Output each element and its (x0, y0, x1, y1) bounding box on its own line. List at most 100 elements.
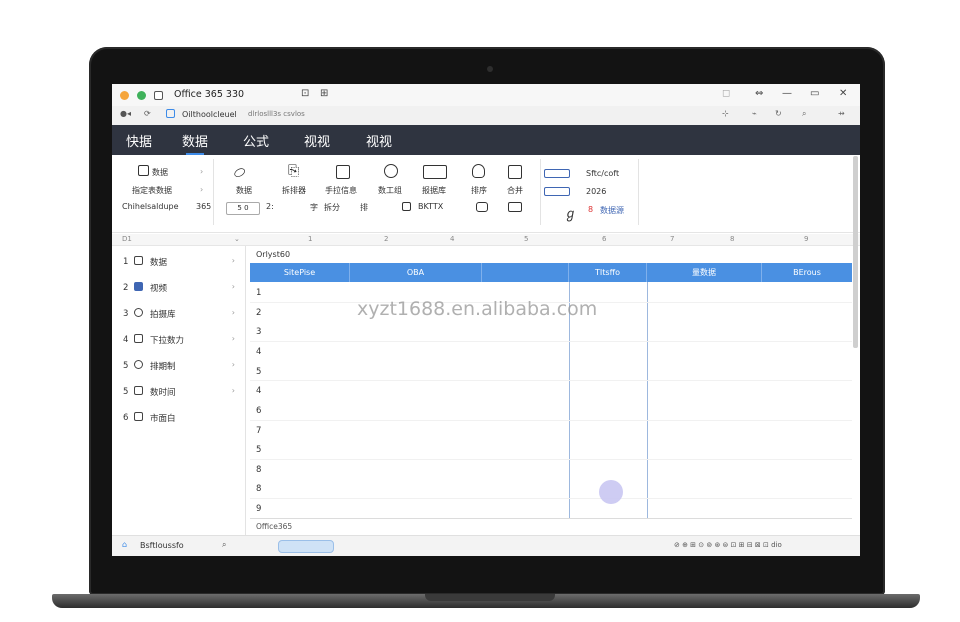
tool-label-3[interactable]: 手拉信息 (325, 185, 357, 196)
col-header[interactable]: 2 (384, 235, 388, 243)
chevron-down-icon[interactable]: ⌄ (234, 235, 240, 243)
tool-label-4[interactable]: 数工组 (378, 185, 402, 196)
minimize-icon[interactable]: — (782, 88, 792, 99)
table-header[interactable]: OBA (350, 263, 482, 282)
maximize-icon[interactable]: ▭ (810, 88, 819, 99)
g-icon[interactable]: ℊ (564, 203, 577, 222)
reload-icon[interactable]: ↻ (775, 109, 782, 118)
tool-label-7[interactable]: 合并 (507, 185, 523, 196)
search-icon[interactable]: ⌕ (222, 540, 226, 550)
sidebar-item-market[interactable]: 6 市面白 (112, 408, 245, 428)
window-icon[interactable] (508, 165, 522, 179)
right-item-3[interactable]: 数据源 (600, 205, 624, 216)
row3-text-3[interactable]: 排 (360, 202, 368, 213)
col-header[interactable]: 9 (804, 235, 808, 243)
sidebar-item-dropdown[interactable]: 4 下拉数力 › (112, 330, 245, 350)
tab-view[interactable]: 视视 (304, 131, 330, 150)
row-number: 3 (256, 327, 262, 337)
new-tab-icon[interactable]: ⊞ (320, 88, 328, 99)
sidebar-item-schedule[interactable]: 5 排期制 › (112, 356, 245, 376)
tabs-icon[interactable]: ⌁ (752, 109, 757, 118)
col-header[interactable]: 8 (730, 235, 734, 243)
form-icon[interactable] (336, 165, 350, 179)
right-item-1[interactable]: Sftc/coft (586, 169, 619, 178)
lock-icon[interactable] (472, 164, 485, 178)
table-header[interactable]: BErous (762, 263, 852, 282)
chevron-right-icon: › (200, 167, 204, 176)
tool-label-6[interactable]: 排序 (471, 185, 487, 196)
url-subtitle: dlrloslll3s csvlos (248, 110, 305, 118)
menu-icon[interactable]: ⇔ (755, 88, 763, 99)
row-number: 4 (256, 347, 262, 357)
home-icon[interactable]: ⌂ (122, 540, 127, 549)
rect-icon[interactable] (508, 202, 522, 212)
split-icon[interactable]: ⎘ (288, 163, 299, 179)
info-box-icon[interactable] (402, 202, 411, 211)
sidebar-item-time[interactable]: 5 数时间 › (112, 382, 245, 402)
chevron-right-icon: › (231, 256, 235, 265)
col-header[interactable]: 5 (524, 235, 528, 243)
app-icon (154, 91, 163, 100)
minimize-dot-icon[interactable] (137, 91, 146, 100)
row3-text-1[interactable]: 字 (310, 202, 318, 213)
vertical-scrollbar[interactable] (853, 156, 858, 348)
tab-view-2[interactable]: 视视 (366, 131, 392, 150)
tab-kuaiju[interactable]: 快据 (126, 131, 152, 150)
tab-formula[interactable]: 公式 (243, 131, 269, 150)
ribbon-separator (213, 159, 214, 225)
back-icon[interactable]: ●◂ (120, 109, 131, 118)
table-header[interactable]: SitePise (250, 263, 350, 282)
system-tray[interactable]: ⊘ ⊕ ⊞ ⊙ ⊚ ⊛ ⊜ ⊡ ⊞ ⊟ ⊠ ⊡ dio (674, 541, 782, 549)
tag-icon[interactable] (476, 202, 488, 212)
refresh-icon[interactable]: ⟳ (144, 109, 151, 118)
tab-data[interactable]: 数据 (182, 131, 208, 155)
row-number: 2 (256, 308, 262, 318)
ribbon-left-item-1[interactable]: 数据 (152, 167, 168, 178)
close-dot-icon[interactable] (120, 91, 129, 100)
search-pill[interactable] (278, 540, 334, 553)
sidebar-item-label: 数据 (150, 258, 168, 268)
sidebar-item-shoot[interactable]: 3 拍摄库 › (112, 304, 245, 324)
row3-text-4[interactable]: BKTTX (418, 202, 443, 211)
search-icon[interactable]: ⌕ (802, 109, 806, 119)
col-header[interactable]: 1 (308, 235, 312, 243)
name-box[interactable]: D1 (122, 235, 132, 243)
row-number: 8 (256, 484, 262, 494)
tool-label-1[interactable]: 数据 (236, 185, 252, 196)
laptop-notch (425, 594, 555, 601)
sidebar-item-video[interactable]: 2 视频 › (112, 278, 245, 298)
eraser-icon[interactable]: ⬭ (231, 163, 249, 183)
ribbon-field[interactable]: 5 0 (226, 202, 260, 215)
sheet-footer: Office365 (256, 522, 293, 531)
col-header[interactable]: 6 (602, 235, 606, 243)
url-field[interactable]: Oilthoolcleuel (182, 110, 237, 119)
tool-label-2[interactable]: 拆排器 (282, 185, 306, 196)
table-header[interactable] (482, 263, 569, 282)
window-title: Office 365 330 (174, 89, 245, 100)
grid-label: Orlyst60 (256, 250, 291, 259)
blue-box-icon[interactable] (544, 169, 570, 178)
table-header[interactable]: 量数据 (647, 263, 762, 282)
bookmark-icon[interactable]: ⊹ (722, 109, 729, 118)
col-header[interactable]: 4 (450, 235, 454, 243)
forward-icon[interactable]: ⇸ (838, 109, 845, 118)
circle-tool-icon[interactable] (384, 164, 398, 178)
ribbon-left-item-3[interactable]: Chihelsaldupe (122, 202, 179, 211)
sidebar-item-label: 排期制 (150, 362, 176, 372)
taskbar-app-label[interactable]: Bsftloussfo (140, 541, 184, 550)
extension-icon[interactable]: ◻ (722, 88, 730, 99)
right-item-2[interactable]: 2026 (586, 187, 606, 196)
ribbon-left-item-2[interactable]: 指定表数据 (132, 185, 172, 196)
taskbar: ⌂ Bsftloussfo ⌕ ⊘ ⊕ ⊞ ⊙ ⊚ ⊛ ⊜ ⊡ ⊞ ⊟ ⊠ ⊡ … (112, 535, 860, 556)
tool-label-5[interactable]: 报据库 (422, 185, 446, 196)
table-header[interactable]: TItsffo (569, 263, 647, 282)
col-header[interactable]: 7 (670, 235, 674, 243)
sidebar-item-data[interactable]: 1 数据 › (112, 252, 245, 272)
ribbon-left-value: 365 (196, 202, 212, 211)
ribbon-separator (638, 159, 639, 225)
blue-box-icon[interactable] (544, 187, 570, 196)
pin-icon[interactable]: ⊡ (301, 88, 309, 99)
close-icon[interactable]: ✕ (839, 88, 847, 99)
row3-text-2[interactable]: 拆分 (324, 202, 340, 213)
keyboard-icon[interactable] (423, 165, 447, 179)
